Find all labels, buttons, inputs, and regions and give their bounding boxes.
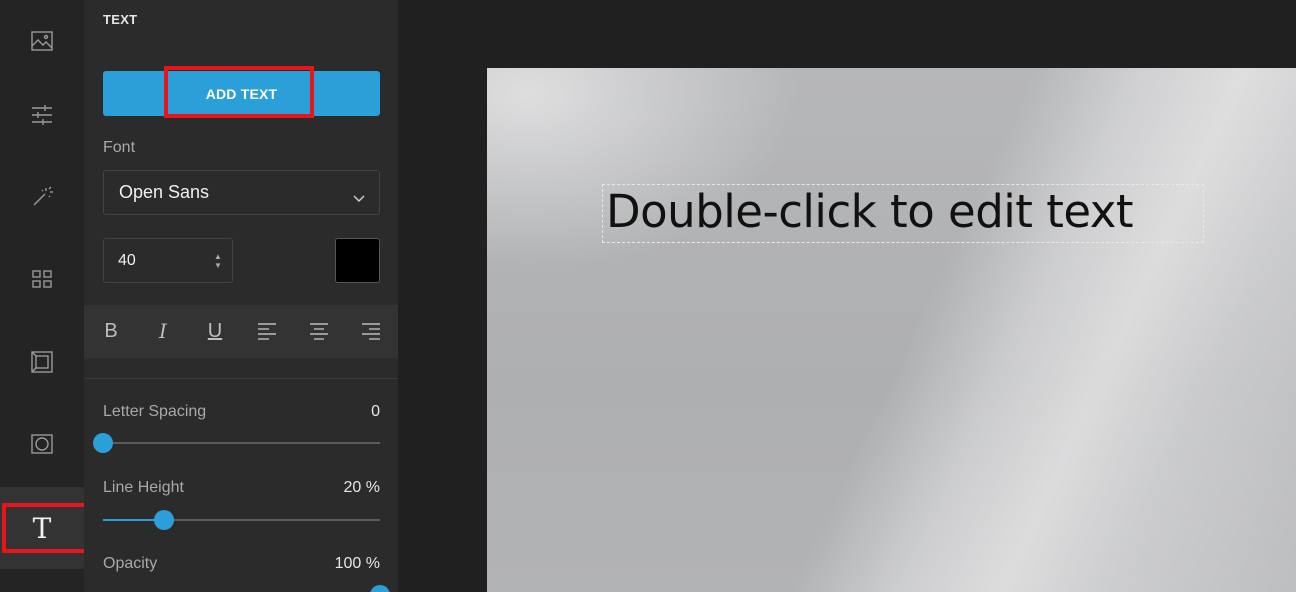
rail-item-layouts[interactable] [0,238,84,320]
letter-spacing-slider[interactable] [93,433,380,453]
rail-item-effects[interactable] [0,156,84,238]
underline-icon[interactable]: U [203,319,227,343]
line-height-label: Line Height [103,479,184,496]
chevron-down-icon [353,187,365,203]
letter-spacing-handle[interactable] [93,433,113,453]
panel-title: TEXT [103,12,138,27]
line-height-handle[interactable] [153,510,174,530]
letter-spacing-label: Letter Spacing [103,403,207,420]
image-canvas[interactable]: Double-click to edit text [487,68,1296,592]
italic-icon[interactable]: I [151,319,175,343]
text-layer-content[interactable]: Double-click to edit text [606,185,1134,238]
size-stepper-icon[interactable]: ▲ ▼ [214,252,222,270]
font-size-value: 40 [118,251,136,269]
highlight-box-add-text [164,66,314,118]
line-height-slider[interactable] [103,510,380,530]
vignette-icon [31,434,53,454]
format-toolbar: B I U [84,305,398,358]
font-size-input[interactable]: 40 ▲ ▼ [103,238,233,283]
opacity-label: Opacity [103,555,158,572]
rail-item-image[interactable] [0,0,84,82]
text-layer-box[interactable]: Double-click to edit text [602,184,1204,243]
editor-app: T TEXT ADD TEXT Font Open Sans 40 ▲ ▼ B I… [0,0,1296,592]
grid-icon [32,270,52,288]
font-select[interactable]: Open Sans [103,170,380,215]
align-left-icon[interactable] [255,319,279,343]
rail-item-adjust[interactable] [0,74,84,156]
adjustments-icon [32,105,52,125]
image-icon [31,31,53,51]
tool-rail: T [0,0,94,592]
align-center-icon[interactable] [307,319,331,343]
text-panel: TEXT ADD TEXT Font Open Sans 40 ▲ ▼ B I U [84,0,398,592]
opacity-handle[interactable] [370,585,390,592]
panel-divider [84,378,398,379]
font-select-value: Open Sans [119,182,210,202]
workspace: Double-click to edit text [398,0,1296,592]
highlight-box-rail [2,503,94,553]
font-label: Font [103,139,136,156]
magic-wand-icon [33,186,53,206]
letter-spacing-value: 0 [371,403,380,420]
opacity-value: 100 % [334,555,380,572]
align-right-icon[interactable] [359,319,383,343]
line-height-value: 20 % [343,479,380,496]
text-color-swatch[interactable] [335,238,380,283]
frame-icon [31,351,53,373]
rail-item-frames[interactable] [0,321,84,403]
rail-item-vignette[interactable] [0,403,84,485]
bold-icon[interactable]: B [99,319,123,343]
